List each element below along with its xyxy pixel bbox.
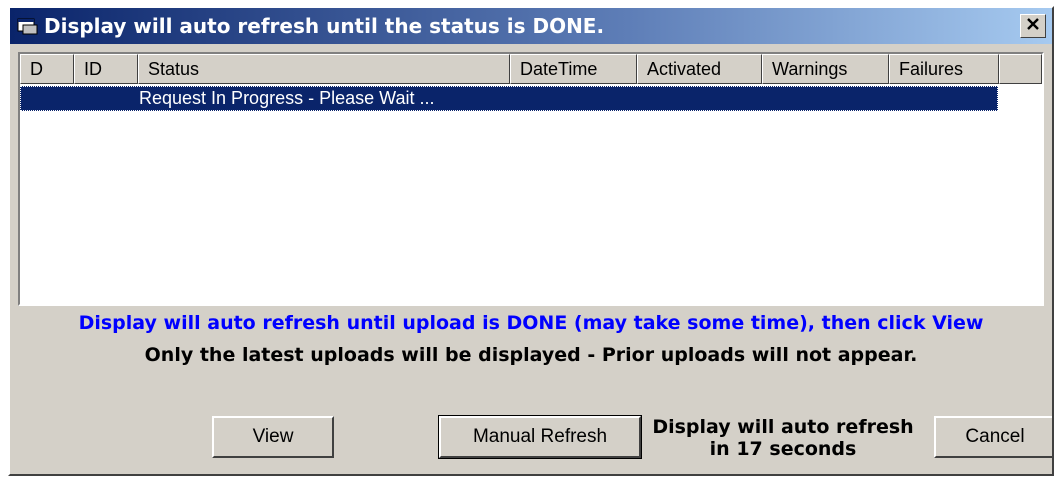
dialog-window: Display will auto refresh until the stat… [8, 6, 1054, 476]
close-icon [1026, 17, 1040, 36]
window-app-icon [16, 16, 40, 36]
uploads-list[interactable]: D ID Status DateTime Activated Warnings … [18, 52, 1044, 306]
list-header: D ID Status DateTime Activated Warnings … [20, 54, 1042, 84]
refresh-instructions: Display will auto refresh until upload i… [78, 312, 984, 334]
column-header-d[interactable]: D [20, 54, 74, 84]
column-header-id[interactable]: ID [74, 54, 138, 84]
column-header-warnings[interactable]: Warnings [762, 54, 889, 84]
table-row[interactable]: Request In Progress - Please Wait ... [20, 86, 998, 111]
column-header-filler [999, 54, 1042, 84]
column-header-datetime[interactable]: DateTime [510, 54, 637, 84]
column-header-activated[interactable]: Activated [637, 54, 762, 84]
title-bar[interactable]: Display will auto refresh until the stat… [10, 8, 1052, 44]
view-button[interactable]: View [212, 416, 334, 458]
cancel-button[interactable]: Cancel [934, 416, 1052, 458]
window-title: Display will auto refresh until the stat… [44, 14, 605, 38]
latest-uploads-note: Only the latest uploads will be displaye… [144, 344, 918, 366]
manual-refresh-button[interactable]: Manual Refresh [438, 415, 642, 459]
close-button[interactable] [1020, 14, 1046, 38]
auto-refresh-countdown: Display will auto refresh in 17 seconds [638, 416, 928, 460]
column-header-status[interactable]: Status [138, 54, 510, 84]
column-header-failures[interactable]: Failures [889, 54, 999, 84]
row-status-cell: Request In Progress - Please Wait ... [139, 88, 435, 108]
countdown-line-2: in 17 seconds [709, 438, 857, 460]
countdown-line-1: Display will auto refresh [652, 416, 914, 438]
